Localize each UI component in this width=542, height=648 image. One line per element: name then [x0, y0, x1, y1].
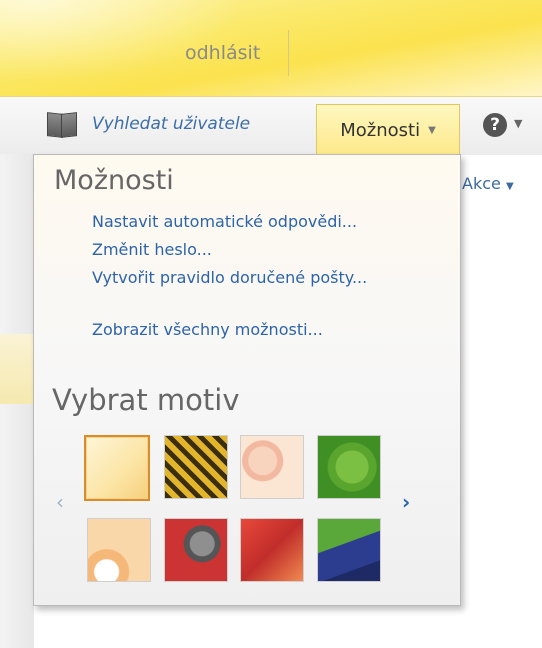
- actions-menu-button[interactable]: Akce ▼: [462, 174, 514, 193]
- chevron-down-icon: ▼: [428, 124, 436, 136]
- theme-thumbnail[interactable]: [317, 435, 381, 499]
- actions-label: Akce: [462, 174, 501, 193]
- chevron-down-icon[interactable]: ▼: [514, 117, 522, 130]
- next-themes-arrow-icon[interactable]: ›: [402, 490, 410, 514]
- find-user-label: Vyhledat uživatele: [92, 114, 251, 134]
- theme-thumbnail[interactable]: [164, 518, 228, 582]
- create-inbox-rule-link[interactable]: Vytvořit pravidlo doručené pošty...: [92, 268, 367, 287]
- help-icon[interactable]: ?: [483, 113, 507, 137]
- theme-thumbnail[interactable]: [87, 518, 151, 582]
- theme-thumbnail[interactable]: [84, 435, 150, 501]
- left-pane: [0, 154, 34, 648]
- auto-replies-link[interactable]: Nastavit automatické odpovědi...: [92, 212, 357, 231]
- theme-thumbnail[interactable]: [240, 518, 304, 582]
- options-panel-title: Možnosti: [54, 165, 174, 196]
- nav-bar: Vyhledat uživatele: [0, 96, 542, 155]
- choose-theme-title: Vybrat motiv: [52, 383, 240, 417]
- options-menu-button[interactable]: Možnosti ▼: [316, 104, 460, 155]
- logout-link[interactable]: odhlásit: [185, 42, 260, 64]
- address-book-icon: [46, 111, 78, 138]
- header-separator: [288, 30, 289, 76]
- top-header: odhlásit: [0, 0, 542, 96]
- theme-thumbnail[interactable]: [240, 435, 304, 499]
- theme-thumbnail[interactable]: [164, 435, 228, 499]
- theme-thumbnail[interactable]: [317, 518, 381, 582]
- left-pane-accent: [0, 334, 34, 404]
- change-password-link[interactable]: Změnit heslo...: [92, 240, 212, 259]
- options-menu-label: Možnosti: [340, 119, 421, 141]
- chevron-down-icon: ▼: [505, 181, 514, 192]
- show-all-options-link[interactable]: Zobrazit všechny možnosti...: [92, 320, 323, 339]
- find-user-button[interactable]: Vyhledat uživatele: [46, 109, 250, 139]
- options-dropdown-panel: Možnosti Nastavit automatické odpovědi..…: [33, 154, 461, 606]
- previous-themes-arrow-icon[interactable]: ‹: [56, 490, 64, 514]
